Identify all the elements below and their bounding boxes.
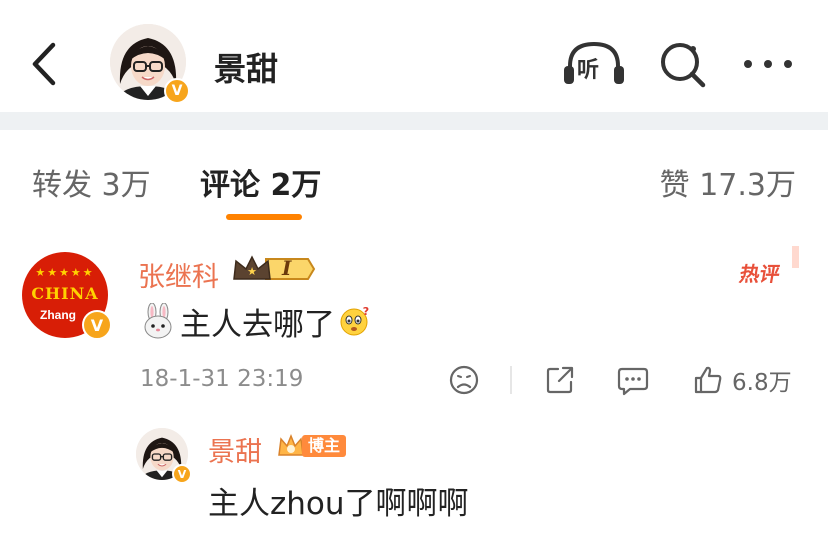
tab-repost[interactable]: 转发 3万 [32,160,151,204]
share-icon [546,366,574,394]
hot-flag-icon [792,246,799,268]
commenter-avatar[interactable]: ★★★★★ CHINA Zhang V [22,252,112,342]
bunny-emoji-icon [144,303,172,339]
thumbs-up-icon [694,366,722,394]
section-divider [0,112,828,130]
svg-text:★: ★ [247,265,257,278]
more-icon [744,60,792,68]
verified-badge: V [172,464,192,484]
commenter-name[interactable]: 张继科 [138,255,219,294]
active-tab-indicator [226,214,302,220]
blogger-tag: 博主 [302,435,347,457]
comment-timestamp: 18-1-31 23:19 [140,366,304,392]
search-icon [661,43,706,88]
level-badge: ★ I [232,253,316,285]
chevron-left-icon [32,42,56,86]
avatar-text: CHINA [31,284,99,303]
top-bar: V 景甜 听 [0,0,828,112]
comment-text: 主人去哪了 [180,306,335,343]
verified-badge: V [164,78,190,104]
frown-icon [449,365,479,395]
like-button[interactable]: 6.8万 [692,364,792,396]
more-button[interactable] [740,40,796,88]
like-count: 6.8万 [732,370,792,396]
confused-emoji-icon: ? [340,305,369,336]
listen-button[interactable]: 听 [562,36,626,92]
listen-label: 听 [577,58,600,83]
reply-button[interactable] [616,364,650,396]
comment-body: 主人去哪了 ? [140,300,371,343]
avatar-stars: ★★★★★ [35,266,95,279]
action-divider [510,366,512,394]
verified-badge: V [82,310,112,340]
reply-avatar[interactable]: V [136,428,192,484]
blogger-badge: 博主 [276,431,347,461]
svg-text:?: ? [363,305,369,318]
back-button[interactable] [24,40,64,88]
tab-comment[interactable]: 评论 2万 [200,160,321,204]
hot-comment-tag: 热评 [737,262,782,286]
avatar-subtext: Zhang [40,308,76,322]
dislike-button[interactable] [448,364,480,396]
reply-text: 主人zhou了啊啊啊 [208,486,469,522]
comment-icon [617,367,649,396]
profile-avatar[interactable]: V [110,24,192,106]
crown-icon: ★ [233,255,316,280]
page-title: 景甜 [214,50,279,88]
level-text: I [282,256,292,280]
share-button[interactable] [544,364,576,396]
search-button[interactable] [656,38,710,92]
reply-author-name[interactable]: 景甜 [208,430,262,469]
tab-like[interactable]: 赞 17.3万 [660,160,796,204]
